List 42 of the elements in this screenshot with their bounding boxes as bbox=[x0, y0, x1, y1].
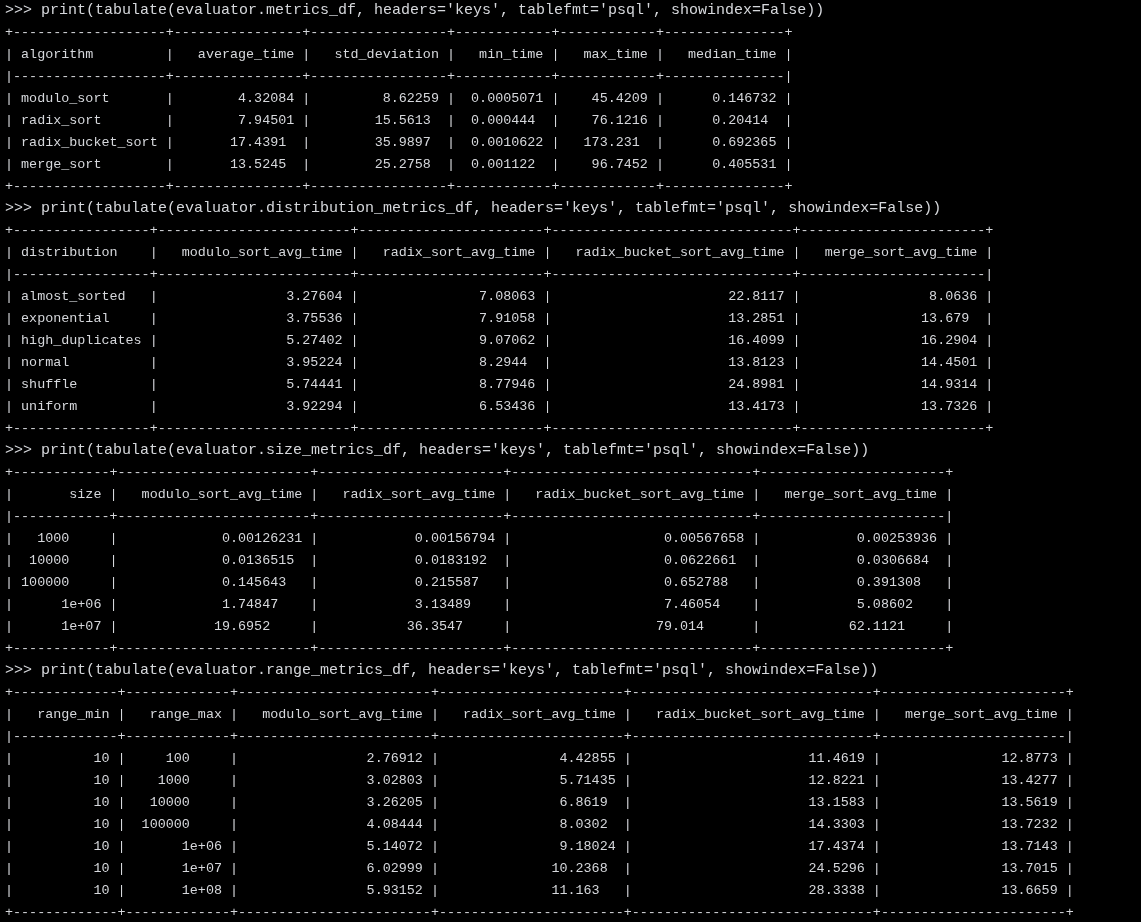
output-line: | radix_bucket_sort | 17.4391 | 35.9897 | 0.0010622 | 173.231 | 0.692365 | bbox=[5, 134, 793, 152]
output-line: +-------------+-------------+------------------------+-----------------------+------------------------------+-----------------------+ bbox=[5, 684, 1074, 702]
output-line: | 1e+07 | 19.6952 | 36.3547 | 79.014 | 62.1121 | bbox=[5, 618, 954, 636]
command-line: >>> print(tabulate(evaluator.size_metrics_df, headers='keys', tablefmt='psql', showindex=False)) bbox=[5, 441, 870, 461]
output-line: | 1000 | 0.00126231 | 0.00156794 | 0.00567658 | 0.00253936 | bbox=[5, 530, 954, 548]
output-line: |------------+------------------------+-----------------------+------------------------------+-----------------------| bbox=[5, 508, 954, 526]
output-line: |-----------------+------------------------+-----------------------+------------------------------+-----------------------| bbox=[5, 266, 994, 284]
output-line: | 1e+06 | 1.74847 | 3.13489 | 7.46054 | 5.08602 | bbox=[5, 596, 954, 614]
output-line: | 10 | 100000 | 4.08444 | 8.0302 | 14.3303 | 13.7232 | bbox=[5, 816, 1074, 834]
output-line: | 10 | 1e+08 | 5.93152 | 11.163 | 28.3338 | 13.6659 | bbox=[5, 882, 1074, 900]
output-line: +-------------------+----------------+-----------------+------------+------------+---------------+ bbox=[5, 178, 793, 196]
output-line: | modulo_sort | 4.32084 | 8.62259 | 0.0005071 | 45.4209 | 0.146732 | bbox=[5, 90, 793, 108]
output-line: | almost_sorted | 3.27604 | 7.08063 | 22.8117 | 8.0636 | bbox=[5, 288, 994, 306]
command-line: >>> print(tabulate(evaluator.distribution_metrics_df, headers='keys', tablefmt='psql', showindex=False)) bbox=[5, 199, 942, 219]
output-line: +-----------------+------------------------+-----------------------+------------------------------+-----------------------+ bbox=[5, 222, 994, 240]
output-line: | shuffle | 5.74441 | 8.77946 | 24.8981 | 14.9314 | bbox=[5, 376, 994, 394]
output-line: | range_min | range_max | modulo_sort_avg_time | radix_sort_avg_time | radix_bucket_sort_avg_time | merge_sort_avg_time | bbox=[5, 706, 1074, 724]
output-line: +-------------------+----------------+-----------------+------------+------------+---------------+ bbox=[5, 24, 793, 42]
output-line: | algorithm | average_time | std_deviation | min_time | max_time | median_time | bbox=[5, 46, 793, 64]
output-line: | 10 | 1e+06 | 5.14072 | 9.18024 | 17.4374 | 13.7143 | bbox=[5, 838, 1074, 856]
output-line: | size | modulo_sort_avg_time | radix_sort_avg_time | radix_bucket_sort_avg_time | merge_sort_avg_time | bbox=[5, 486, 954, 504]
output-line: |-------------------+----------------+-----------------+------------+------------+---------------| bbox=[5, 68, 793, 86]
output-line: +-------------+-------------+------------------------+-----------------------+------------------------------+-----------------------+ bbox=[5, 904, 1074, 922]
output-line: | radix_sort | 7.94501 | 15.5613 | 0.000444 | 76.1216 | 0.20414 | bbox=[5, 112, 793, 130]
output-line: | 10 | 100 | 2.76912 | 4.42855 | 11.4619 | 12.8773 | bbox=[5, 750, 1074, 768]
output-line: | merge_sort | 13.5245 | 25.2758 | 0.001122 | 96.7452 | 0.405531 | bbox=[5, 156, 793, 174]
command-line: >>> print(tabulate(evaluator.metrics_df, headers='keys', tablefmt='psql', showindex=False)) bbox=[5, 1, 825, 21]
output-line: +-----------------+------------------------+-----------------------+------------------------------+-----------------------+ bbox=[5, 420, 994, 438]
output-line: | distribution | modulo_sort_avg_time | radix_sort_avg_time | radix_bucket_sort_avg_time | merge_sort_avg_time | bbox=[5, 244, 994, 262]
output-line: | uniform | 3.92294 | 6.53436 | 13.4173 | 13.7326 | bbox=[5, 398, 994, 416]
output-line: | 10 | 10000 | 3.26205 | 6.8619 | 13.1583 | 13.5619 | bbox=[5, 794, 1074, 812]
command-line: >>> print(tabulate(evaluator.range_metrics_df, headers='keys', tablefmt='psql', showindex=False)) bbox=[5, 661, 879, 681]
output-line: | 10000 | 0.0136515 | 0.0183192 | 0.0622661 | 0.0306684 | bbox=[5, 552, 954, 570]
output-line: | high_duplicates | 5.27402 | 9.07062 | 16.4099 | 16.2904 | bbox=[5, 332, 994, 350]
output-line: | exponential | 3.75536 | 7.91058 | 13.2851 | 13.679 | bbox=[5, 310, 994, 328]
output-line: +------------+------------------------+-----------------------+------------------------------+-----------------------+ bbox=[5, 464, 954, 482]
output-line: | 10 | 1000 | 3.02803 | 5.71435 | 12.8221 | 13.4277 | bbox=[5, 772, 1074, 790]
output-line: | 100000 | 0.145643 | 0.215587 | 0.652788 | 0.391308 | bbox=[5, 574, 954, 592]
output-line: | 10 | 1e+07 | 6.02999 | 10.2368 | 24.5296 | 13.7015 | bbox=[5, 860, 1074, 878]
output-line: | normal | 3.95224 | 8.2944 | 13.8123 | 14.4501 | bbox=[5, 354, 994, 372]
output-line: +------------+------------------------+-----------------------+------------------------------+-----------------------+ bbox=[5, 640, 954, 658]
output-line: |-------------+-------------+------------------------+-----------------------+------------------------------+-----------------------| bbox=[5, 728, 1074, 746]
